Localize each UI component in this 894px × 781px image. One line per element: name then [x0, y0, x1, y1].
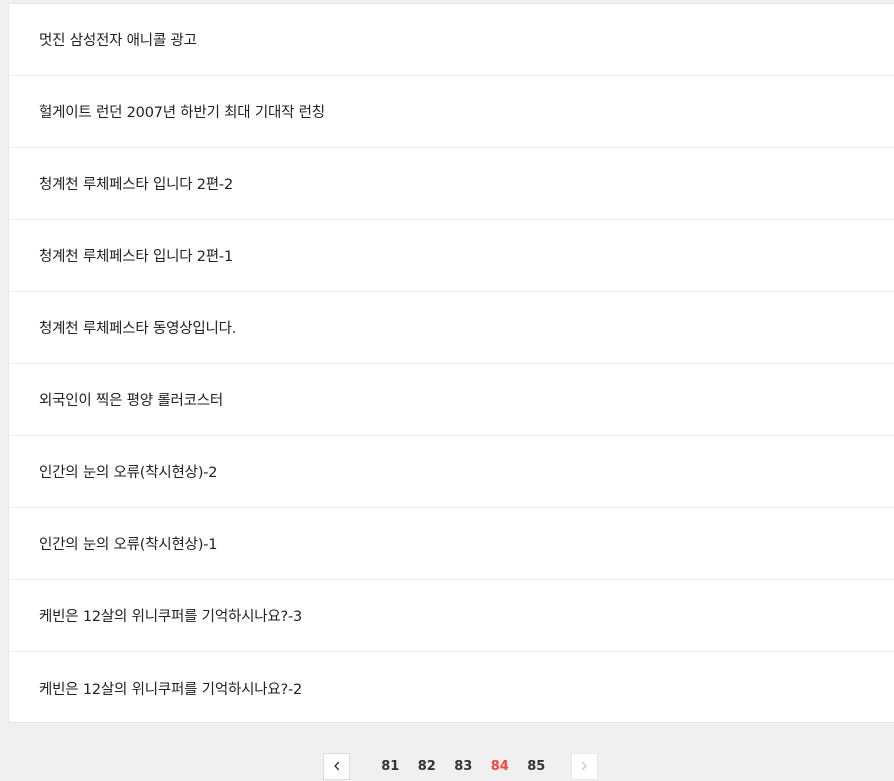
post-title[interactable]: 케빈은 12살의 위니쿠퍼를 기억하시나요?-3: [39, 605, 302, 626]
prev-page-button[interactable]: [323, 752, 350, 780]
post-title[interactable]: 청계천 루체페스타 입니다 2편-2: [39, 173, 233, 194]
post-title[interactable]: 케빈은 12살의 위니쿠퍼를 기억하시나요?-2: [39, 678, 302, 699]
page-82[interactable]: 82: [409, 759, 446, 774]
list-item[interactable]: 케빈은 12살의 위니쿠퍼를 기억하시나요?-3: [9, 580, 894, 652]
pagination: 81 82 83 84 85: [323, 751, 598, 781]
list-item[interactable]: 헐게이트 런던 2007년 하반기 최대 기대작 런칭: [9, 76, 894, 148]
list-item[interactable]: 인간의 눈의 오류(착시현상)-1: [9, 508, 894, 580]
list-item[interactable]: 청계천 루체페스타 동영상입니다.: [9, 292, 894, 364]
next-page-button[interactable]: [570, 752, 598, 780]
page-83[interactable]: 83: [445, 759, 482, 774]
page-85[interactable]: 85: [518, 759, 555, 774]
list-item[interactable]: 청계천 루체페스타 입니다 2편-1: [9, 220, 894, 292]
post-title[interactable]: 멋진 삼성전자 애니콜 광고: [39, 29, 197, 50]
post-title[interactable]: 인간의 눈의 오류(착시현상)-1: [39, 533, 218, 554]
page-81[interactable]: 81: [372, 759, 409, 774]
post-title[interactable]: 외국인이 찍은 평양 롤러코스터: [39, 389, 223, 410]
list-item[interactable]: 청계천 루체페스타 입니다 2편-2: [9, 148, 894, 220]
chevron-left-icon: [333, 761, 339, 771]
page-84-current[interactable]: 84: [482, 759, 519, 774]
post-title[interactable]: 헐게이트 런던 2007년 하반기 최대 기대작 런칭: [39, 101, 325, 122]
list-item[interactable]: 멋진 삼성전자 애니콜 광고: [9, 4, 894, 76]
post-list: 멋진 삼성전자 애니콜 광고 헐게이트 런던 2007년 하반기 최대 기대작 …: [8, 3, 894, 723]
list-item[interactable]: 인간의 눈의 오류(착시현상)-2: [9, 436, 894, 508]
list-item[interactable]: 케빈은 12살의 위니쿠퍼를 기억하시나요?-2: [9, 652, 894, 724]
page-numbers: 81 82 83 84 85: [372, 759, 555, 774]
list-item[interactable]: 외국인이 찍은 평양 롤러코스터: [9, 364, 894, 436]
chevron-right-icon: [581, 761, 587, 771]
post-title[interactable]: 청계천 루체페스타 입니다 2편-1: [39, 245, 233, 266]
post-title[interactable]: 인간의 눈의 오류(착시현상)-2: [39, 461, 218, 482]
post-title[interactable]: 청계천 루체페스타 동영상입니다.: [39, 317, 236, 338]
